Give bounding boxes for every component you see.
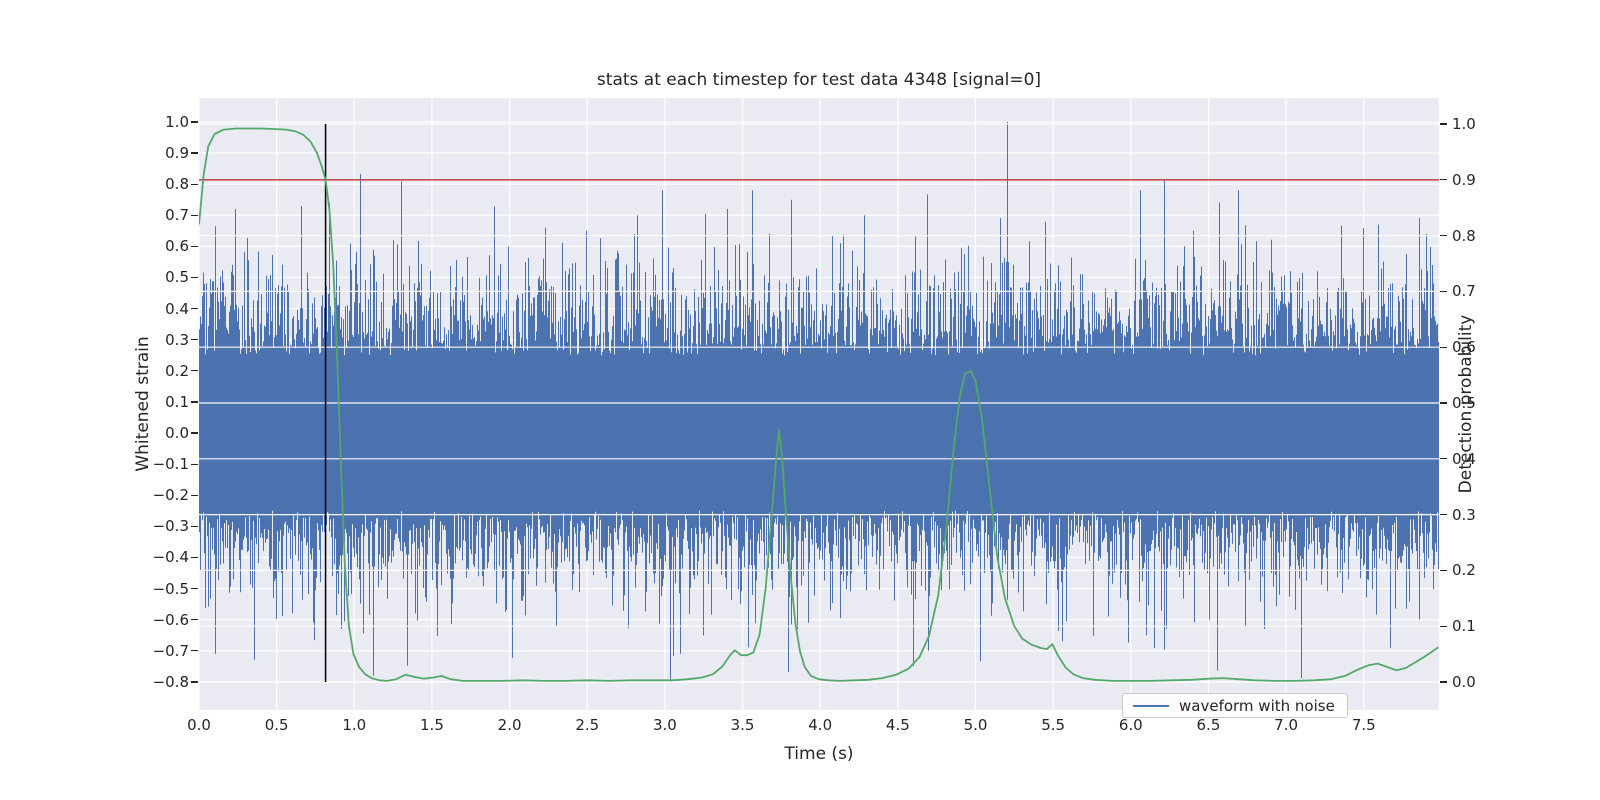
x-tick-label: 1.0 (342, 716, 367, 734)
x-tick-label: 0.0 (187, 716, 211, 734)
y-tick-label-right: 0.7 (1452, 282, 1476, 301)
y-tick-label-left: −0.6 (152, 610, 189, 629)
y-tick-label-left: −0.5 (152, 579, 189, 598)
y-tick-mark-left (191, 370, 198, 372)
y-tick-mark-left (191, 401, 198, 403)
y-tick-mark-right (1440, 235, 1447, 237)
y-tick-label-left: 0.9 (165, 144, 189, 162)
y-tick-label-right: 0.2 (1452, 561, 1476, 580)
y-tick-mark-left (191, 245, 198, 248)
y-tick-label-left: 0.8 (165, 175, 189, 194)
y-tick-mark-left (191, 183, 198, 185)
y-tick-label-left: −0.2 (152, 486, 189, 505)
legend-line-sample-icon (1133, 704, 1169, 707)
y-axis-label-right: Detection probability (1456, 314, 1476, 494)
x-tick-label: 0.5 (264, 716, 289, 734)
x-tick-label: 7.5 (1351, 716, 1376, 734)
y-tick-label-left: 0.7 (165, 206, 189, 225)
y-tick-mark-left (191, 650, 198, 652)
y-tick-mark-left (191, 587, 198, 590)
y-tick-label-left: 0.0 (165, 424, 189, 442)
y-tick-label-left: −0.4 (152, 548, 189, 567)
y-tick-mark-left (191, 494, 198, 496)
y-tick-mark-right (1440, 290, 1447, 293)
x-axis-label: Time (s) (784, 744, 854, 764)
y-tick-mark-left (191, 152, 198, 154)
chart-canvas (199, 98, 1439, 710)
y-tick-label-right: 0.9 (1452, 170, 1476, 189)
y-tick-mark-right (1440, 514, 1447, 516)
y-tick-mark-right (1440, 625, 1447, 627)
x-tick-label: 6.5 (1196, 716, 1221, 734)
y-tick-mark-left (191, 214, 198, 216)
y-tick-label-left: 0.2 (165, 361, 189, 380)
y-tick-mark-left (191, 432, 198, 434)
y-tick-mark-right (1440, 681, 1447, 683)
chart-title: stats at each timestep for test data 434… (596, 70, 1042, 90)
x-tick-label: 4.5 (885, 716, 910, 734)
x-tick-label: 3.0 (652, 716, 677, 734)
y-tick-label-right: 1.0 (1452, 115, 1476, 133)
x-tick-label: 5.0 (963, 716, 988, 734)
x-tick-label: 1.5 (420, 716, 444, 734)
y-tick-mark-left (191, 525, 198, 528)
y-tick-label-right: 0.3 (1452, 505, 1476, 524)
y-tick-label-left: 0.3 (165, 330, 189, 349)
x-tick-label: 3.5 (730, 716, 755, 734)
y-tick-label-left: −0.3 (152, 517, 189, 536)
y-tick-label-left: 0.4 (165, 299, 189, 318)
y-tick-mark-right (1440, 123, 1447, 125)
y-tick-label-left: 1.0 (165, 112, 189, 131)
y-tick-label-left: 0.6 (165, 237, 189, 256)
y-tick-label-left: −0.1 (152, 455, 189, 474)
y-tick-mark-right (1440, 458, 1447, 460)
y-tick-mark-left (191, 619, 198, 621)
y-tick-label-right: 0.8 (1452, 226, 1476, 245)
series-waveform-noise (199, 121, 1439, 682)
x-tick-label: 7.0 (1274, 716, 1299, 734)
y-tick-mark-left (191, 276, 198, 279)
x-tick-label: 4.0 (808, 716, 833, 734)
y-tick-label-right: 0.1 (1452, 617, 1476, 636)
legend-label: waveform with noise (1179, 696, 1335, 715)
figure: stats at each timestep for test data 434… (0, 0, 1600, 800)
x-tick-label: 6.0 (1118, 716, 1143, 734)
x-tick-label: 5.5 (1041, 716, 1066, 734)
y-tick-mark-left (191, 307, 198, 310)
y-tick-mark-left (191, 681, 198, 683)
y-tick-label-right: 0.0 (1452, 673, 1476, 691)
y-tick-mark-right (1440, 402, 1447, 404)
x-tick-label: 2.5 (575, 716, 600, 734)
y-tick-mark-left (191, 121, 198, 123)
y-tick-label-left: 0.5 (165, 268, 189, 287)
legend: waveform with noise (1122, 693, 1348, 718)
y-tick-label-left: 0.1 (165, 392, 189, 411)
plot-area (199, 98, 1439, 710)
y-tick-mark-right (1440, 346, 1447, 348)
y-tick-mark-right (1440, 179, 1447, 181)
y-tick-mark-left (191, 556, 198, 559)
y-axis-label-left: Whitened strain (133, 336, 153, 472)
y-tick-label-left: −0.8 (152, 672, 189, 691)
y-tick-mark-left (191, 339, 198, 341)
y-tick-mark-right (1440, 569, 1447, 572)
x-tick-label: 2.0 (497, 716, 522, 734)
y-tick-mark-left (191, 463, 198, 465)
y-tick-label-left: −0.7 (152, 641, 189, 660)
